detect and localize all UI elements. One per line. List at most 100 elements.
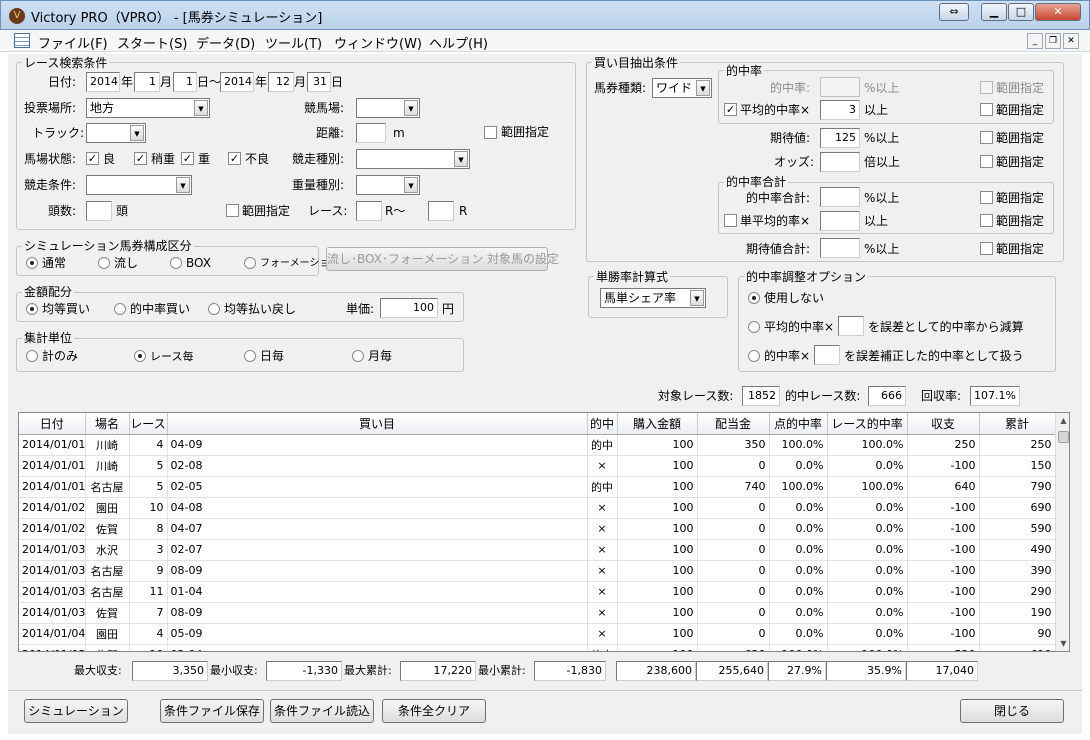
end-day-input[interactable]: 31 bbox=[307, 72, 331, 92]
restore-arrow-icon[interactable]: ⇔ bbox=[939, 3, 969, 21]
table-row[interactable]: 2014/01/01 川崎 4 04-09 的中 100 350 100.0% 100.0% 25… bbox=[19, 434, 1056, 456]
sim-type-box-radio[interactable] bbox=[170, 257, 182, 269]
adjust-avg-input[interactable] bbox=[838, 316, 864, 336]
table-row[interactable]: 2014/01/03 佐賀 7 08-09 × 100 0 0.0% 0.0% -100 190 bbox=[19, 602, 1056, 624]
single-avg-range-checkbox[interactable] bbox=[980, 214, 993, 227]
hit-rate-input[interactable] bbox=[820, 77, 860, 97]
menu-start[interactable]: スタート(S) bbox=[117, 33, 187, 52]
expect-total-range-checkbox[interactable] bbox=[980, 242, 993, 255]
single-avg-checkbox[interactable] bbox=[724, 214, 737, 227]
scroll-thumb[interactable] bbox=[1058, 431, 1069, 443]
hit-rate-range-checkbox[interactable] bbox=[980, 81, 993, 94]
table-vertical-scrollbar[interactable]: ▲ ▼ bbox=[1055, 413, 1069, 651]
mdi-minimize-button[interactable]: _ bbox=[1027, 33, 1043, 49]
total-hit-input[interactable] bbox=[820, 187, 860, 207]
adjust-none-radio[interactable] bbox=[748, 292, 760, 304]
cond-slightly-heavy-checkbox[interactable]: ✓ bbox=[134, 152, 147, 165]
unit-price-input[interactable]: 100 bbox=[380, 298, 438, 318]
start-day-input[interactable]: 1 bbox=[173, 72, 197, 92]
menu-help[interactable]: ヘルプ(H) bbox=[429, 33, 488, 52]
odds-range-checkbox[interactable] bbox=[980, 155, 993, 168]
column-header[interactable]: レース的中率 bbox=[827, 413, 908, 435]
column-header[interactable]: 買い目 bbox=[167, 413, 588, 435]
end-month-input[interactable]: 12 bbox=[268, 72, 294, 92]
heads-input[interactable] bbox=[86, 201, 112, 221]
weight-type-select[interactable]: ▼ bbox=[356, 175, 420, 195]
close-window-button[interactable]: ✕ bbox=[1035, 3, 1081, 21]
column-header[interactable]: 累計 bbox=[979, 413, 1056, 435]
load-conditions-button[interactable]: 条件ファイル読込 bbox=[270, 699, 374, 723]
menu-tools[interactable]: ツール(T) bbox=[265, 33, 322, 52]
simulate-button[interactable]: シミュレーション bbox=[24, 699, 128, 723]
menu-file[interactable]: ファイル(F) bbox=[38, 33, 108, 52]
single-avg-input[interactable] bbox=[820, 211, 860, 231]
column-header[interactable]: 場名 bbox=[85, 413, 130, 435]
adjust-hit-input[interactable] bbox=[814, 345, 840, 365]
table-row[interactable]: 2014/01/03 名古屋 11 01-04 × 100 0 0.0% 0.0% -100 290 bbox=[19, 581, 1056, 603]
amount-refund-radio[interactable] bbox=[208, 303, 220, 315]
amount-equal-radio[interactable] bbox=[26, 303, 38, 315]
distance-input[interactable] bbox=[356, 123, 386, 143]
agg-day-radio[interactable] bbox=[244, 350, 256, 362]
menu-data[interactable]: データ(D) bbox=[196, 33, 255, 52]
start-year-input[interactable]: 2014 bbox=[86, 72, 120, 92]
table-row[interactable]: 2014/01/01 川崎 5 02-08 × 100 0 0.0% 0.0% -100 150 bbox=[19, 455, 1056, 477]
avg-hit-input[interactable]: 3 bbox=[820, 100, 860, 120]
distance-range-checkbox[interactable] bbox=[484, 126, 497, 139]
sim-type-nagashi-radio[interactable] bbox=[98, 257, 110, 269]
maximize-button[interactable]: □ bbox=[1008, 3, 1034, 21]
sim-type-formation-radio[interactable] bbox=[244, 257, 256, 269]
cond-heavy-checkbox[interactable]: ✓ bbox=[181, 152, 194, 165]
track-select[interactable]: ▼ bbox=[86, 123, 146, 143]
venue-select[interactable]: 地方 ▼ bbox=[86, 98, 210, 118]
scroll-up-icon[interactable]: ▲ bbox=[1056, 413, 1069, 428]
race-type-select[interactable]: ▼ bbox=[356, 149, 470, 169]
column-header[interactable]: 購入金額 bbox=[617, 413, 698, 435]
column-header[interactable]: 日付 bbox=[19, 413, 86, 435]
amount-hitrate-radio[interactable] bbox=[114, 303, 126, 315]
avg-hit-range-checkbox[interactable] bbox=[980, 103, 993, 116]
table-row[interactable]: 2014/01/03 水沢 3 02-07 × 100 0 0.0% 0.0% -100 490 bbox=[19, 539, 1056, 561]
expect-total-input[interactable] bbox=[820, 238, 860, 258]
odds-input[interactable] bbox=[820, 152, 860, 172]
end-year-input[interactable]: 2014 bbox=[220, 72, 254, 92]
mdi-restore-button[interactable]: ❐ bbox=[1045, 33, 1061, 49]
adjust-hit-radio[interactable] bbox=[748, 350, 760, 362]
win-calc-select[interactable]: 馬単シェア率 ▼ bbox=[600, 288, 706, 308]
heads-range-checkbox[interactable] bbox=[226, 204, 239, 217]
cond-good-checkbox[interactable]: ✓ bbox=[86, 152, 99, 165]
table-row[interactable]: 2014/01/03 名古屋 9 08-09 × 100 0 0.0% 0.0% -100 390 bbox=[19, 560, 1056, 582]
race-to-input[interactable] bbox=[428, 201, 454, 221]
race-cond-select[interactable]: ▼ bbox=[86, 175, 192, 195]
save-conditions-button[interactable]: 条件ファイル保存 bbox=[160, 699, 264, 723]
table-row[interactable]: 2014/01/05佐賀1002-04的中100620100.0%100.0%5… bbox=[19, 644, 1056, 651]
table-row[interactable]: 2014/01/02 佐賀 8 04-07 × 100 0 0.0% 0.0% -100 590 bbox=[19, 518, 1056, 540]
column-header[interactable]: 配当金 bbox=[697, 413, 770, 435]
table-row[interactable]: 2014/01/04 園田 4 05-09 × 100 0 0.0% 0.0% -100 90 bbox=[19, 623, 1056, 645]
start-month-input[interactable]: 1 bbox=[134, 72, 160, 92]
target-horse-setting-button[interactable]: 流し･BOX･フォーメーション 対象馬の設定 bbox=[326, 247, 559, 271]
sim-type-normal-radio[interactable] bbox=[26, 257, 38, 269]
mdi-close-button[interactable]: ✕ bbox=[1063, 33, 1079, 49]
agg-total-radio[interactable] bbox=[26, 350, 38, 362]
agg-month-radio[interactable] bbox=[352, 350, 364, 362]
total-hit-range-checkbox[interactable] bbox=[980, 191, 993, 204]
ticket-type-select[interactable]: ワイド ▼ bbox=[652, 78, 712, 98]
scroll-down-icon[interactable]: ▼ bbox=[1056, 636, 1069, 651]
clear-conditions-button[interactable]: 条件全クリア bbox=[382, 699, 486, 723]
table-row[interactable]: 2014/01/02 園田 10 04-08 × 100 0 0.0% 0.0% -100 690 bbox=[19, 497, 1056, 519]
column-header[interactable]: 点的中率 bbox=[769, 413, 828, 435]
menu-window[interactable]: ウィンドウ(W) bbox=[334, 33, 422, 52]
close-button[interactable]: 閉じる bbox=[960, 699, 1064, 723]
results-table[interactable]: 日付 場名 レース 買い目 的中 購入金額 配当金 点的中率 レース的中率 収支 累計 2014/0… bbox=[18, 412, 1070, 652]
column-header[interactable]: 的中 bbox=[587, 413, 618, 435]
expect-input[interactable]: 125 bbox=[820, 128, 860, 148]
cond-bad-checkbox[interactable]: ✓ bbox=[228, 152, 241, 165]
table-row[interactable]: 2014/01/01 名古屋 5 02-05 的中 100 740 100.0% 100.0% 6… bbox=[19, 476, 1056, 498]
adjust-avg-radio[interactable] bbox=[748, 321, 760, 333]
column-header[interactable]: レース bbox=[129, 413, 168, 435]
expect-range-checkbox[interactable] bbox=[980, 131, 993, 144]
avg-hit-checkbox[interactable]: ✓ bbox=[724, 103, 737, 116]
race-from-input[interactable] bbox=[356, 201, 382, 221]
course-select[interactable]: ▼ bbox=[356, 98, 420, 118]
